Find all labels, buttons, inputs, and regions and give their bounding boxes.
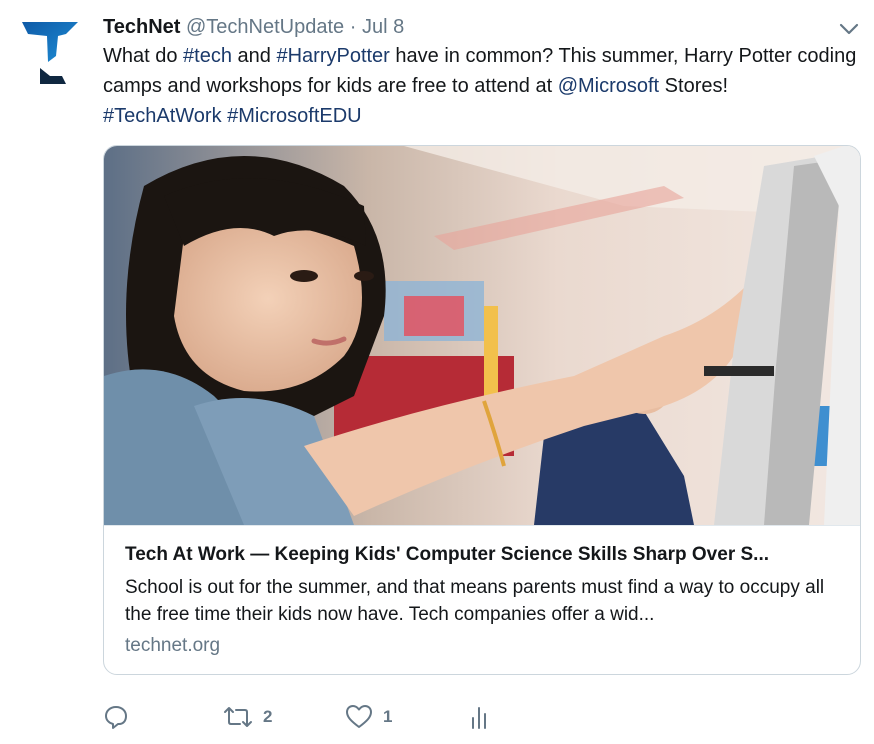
like-button[interactable]: 1 [345,700,392,734]
retweet-button[interactable]: 2 [223,700,272,734]
retweet-icon [224,707,252,727]
card-description: School is out for the summer, and that m… [125,577,825,625]
analytics-icon [472,707,486,729]
card-domain: technet.org [125,635,221,656]
analytics-button[interactable] [467,700,491,734]
tweet-date[interactable]: Jul 8 [362,16,404,38]
tweet-text-segment: and [231,45,277,67]
heart-icon [346,705,372,728]
user-handle[interactable]: @TechNetUpdate [186,16,344,38]
hashtag-microsoftedu[interactable]: #MicrosoftEDU [227,105,361,127]
hashtag-techatwork[interactable]: #TechAtWork [103,105,222,127]
technet-logo-avatar[interactable] [20,18,82,88]
display-name[interactable]: TechNet [103,16,180,38]
chevron-down-icon [839,23,859,35]
reply-icon [105,706,127,729]
card-title[interactable]: Tech At Work — Keeping Kids' Computer Sc… [125,543,845,567]
tweet-text: What do #tech and #HarryPotter have in c… [103,41,863,131]
link-preview-card[interactable]: Tech At Work — Keeping Kids' Computer Sc… [103,145,861,675]
tweet-header: TechNet @TechNetUpdate · Jul 8 [103,14,404,40]
like-count: 1 [383,707,393,726]
retweet-count: 2 [263,707,273,726]
hashtag-harrypotter[interactable]: #HarryPotter [276,45,389,67]
tweet-text-segment: Stores! [659,75,729,97]
tweet-menu-button[interactable] [836,18,862,40]
card-image[interactable] [104,146,860,525]
hashtag-tech[interactable]: #tech [183,45,232,67]
tweet-text-segment: What do [103,45,184,67]
technet-logo-icon [22,22,78,84]
card-photo-child-tablet [104,146,860,525]
tweet-actions: 2 1 [103,700,523,734]
header-separator: · [349,16,357,38]
mention-microsoft[interactable]: @Microsoft [558,75,659,97]
card-body[interactable]: Tech At Work — Keeping Kids' Computer Sc… [104,525,860,674]
reply-button[interactable] [103,700,129,734]
